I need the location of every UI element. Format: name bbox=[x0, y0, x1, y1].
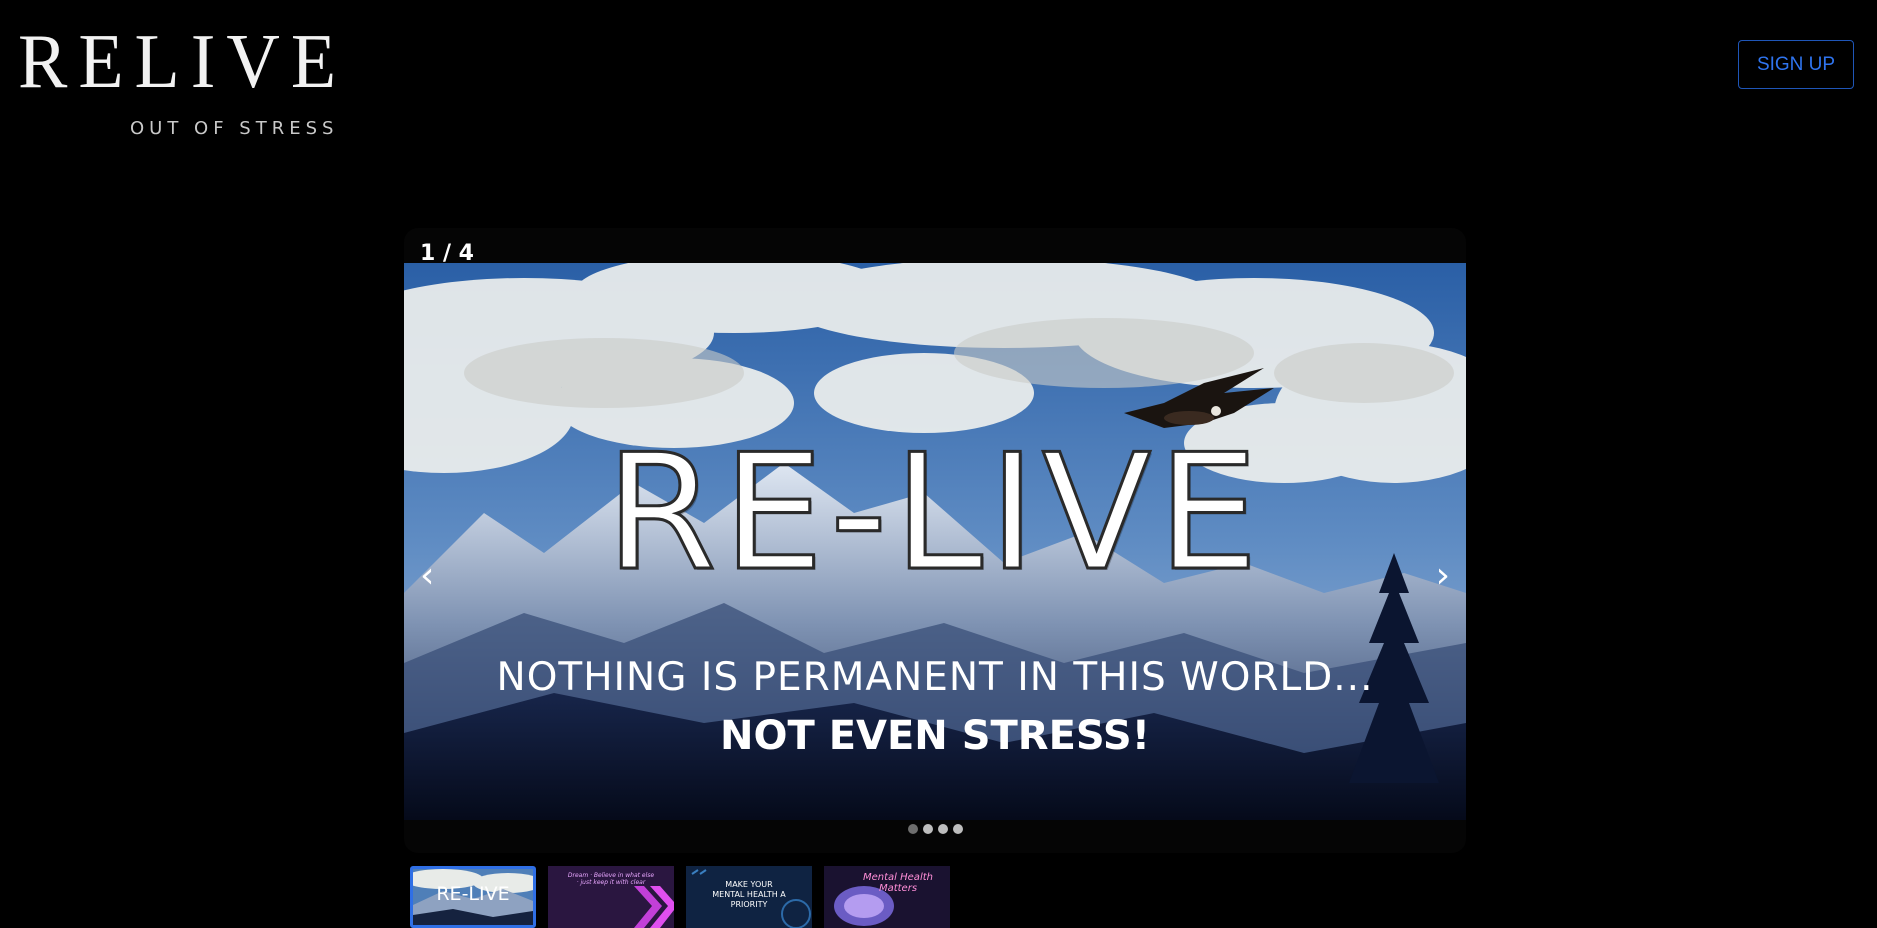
carousel-dot-2[interactable] bbox=[922, 824, 933, 834]
carousel-dot-4[interactable] bbox=[952, 824, 963, 834]
carousel-dot-3[interactable] bbox=[937, 824, 948, 834]
thumbnail-2-text: Dream · Believe in what else · just keep… bbox=[567, 872, 655, 886]
hero-tagline: NOTHING IS PERMANENT IN THIS WORLD... bbox=[496, 655, 1374, 700]
thumbnail-3[interactable]: MAKE YOUR MENTAL HEALTH A PRIORITY bbox=[686, 866, 812, 928]
carousel-slide: RE-LIVE NOTHING IS PERMANENT IN THIS WOR… bbox=[404, 263, 1466, 820]
logo-subtitle: OUT OF STRESS bbox=[130, 118, 339, 139]
carousel-dots bbox=[404, 824, 1466, 834]
thumbnail-strip: RE-LIVE Dream · Believe in what else · j… bbox=[410, 866, 950, 928]
thumbnail-2[interactable]: Dream · Believe in what else · just keep… bbox=[548, 866, 674, 928]
carousel-dot-1[interactable] bbox=[907, 824, 918, 834]
thumbnail-3-text: MAKE YOUR MENTAL HEALTH A PRIORITY bbox=[712, 880, 786, 909]
slide-counter: 1 / 4 bbox=[420, 241, 474, 266]
thumbnail-4-text: Mental Health Matters bbox=[863, 872, 933, 894]
hero-carousel: 1 / 4 RE-LIVE NOTHING IS PERMANENT IN TH… bbox=[404, 228, 1466, 853]
logo-title: RELIVE bbox=[18, 18, 348, 106]
thumbnail-4[interactable]: Mental Health Matters bbox=[824, 866, 950, 928]
signup-button[interactable]: SIGN UP bbox=[1738, 40, 1854, 89]
thumbnail-1[interactable]: RE-LIVE bbox=[410, 866, 536, 928]
chevron-left-icon[interactable]: ‹ bbox=[420, 555, 434, 596]
hero-tagline-emphasis: NOT EVEN STRESS! bbox=[720, 713, 1150, 759]
thumbnail-1-text: RE-LIVE bbox=[436, 883, 510, 905]
hero-title: RE-LIVE bbox=[604, 419, 1265, 606]
chevron-right-icon[interactable]: › bbox=[1436, 555, 1450, 596]
brand-logo[interactable]: RELIVE OUT OF STRESS bbox=[18, 20, 336, 139]
